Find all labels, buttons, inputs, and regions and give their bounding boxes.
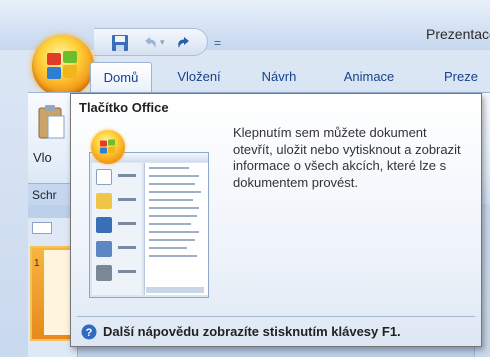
new-document-icon [96,169,112,185]
tab-label: Preze [444,69,478,84]
preview-label [118,174,136,177]
preview-saveas-item [96,241,142,259]
window-title: Prezentace [426,26,490,42]
preview-new-item [96,169,142,187]
preview-line [149,239,195,241]
svg-text:?: ? [86,327,93,339]
clipboard-group-text: Schr [32,188,57,202]
office-button-tooltip: Tlačítko Office Klepnutím sem můžete dok… [70,93,482,347]
preview-line [149,215,197,217]
office-button-preview-icon [91,130,125,164]
tab-label: Animace [343,69,395,84]
preview-line [149,167,189,169]
preview-line [149,175,199,177]
tab-navrh[interactable]: Návrh [252,62,306,92]
undo-dropdown-icon[interactable]: ▾ [160,37,165,48]
tab-label: Domů [103,70,139,85]
tooltip-title: Tlačítko Office [79,100,169,115]
preview-label [118,270,136,273]
preview-label [118,222,136,225]
preview-line [149,183,195,185]
customize-icon[interactable]: = [214,36,221,50]
undo-icon[interactable] [140,33,160,53]
preview-recent-documents [144,163,208,295]
office-menu-preview [89,152,209,298]
slides-tab[interactable] [32,222,52,234]
tab-label: Vložení [177,69,221,84]
open-folder-icon [96,193,112,209]
preview-line [149,247,187,249]
tab-prezentace[interactable]: Preze [444,62,490,92]
printer-icon [96,265,112,281]
preview-print-item [96,265,142,283]
tooltip-description: Klepnutím sem můžete dokument otevřít, u… [233,125,461,190]
tab-animace[interactable]: Animace [334,62,404,92]
preview-line [149,191,201,193]
preview-line [149,199,193,201]
preview-label [118,198,136,201]
redo-icon[interactable] [174,33,194,53]
save-disk-icon [96,217,112,233]
save-icon[interactable] [110,33,130,53]
paste-icon[interactable] [36,104,66,142]
preview-save-item [96,217,142,235]
paste-button-label[interactable]: Vlo [33,150,52,165]
tooltip-divider [77,316,475,317]
office-logo-small-icon [100,139,115,154]
preview-label [118,246,136,249]
tab-vlozeni[interactable]: Vložení [168,62,230,92]
preview-open-item [96,193,142,211]
preview-line [149,231,199,233]
tooltip-help-text: Další nápovědu zobrazíte stisknutím kláv… [103,324,401,339]
preview-line [149,207,199,209]
preview-line [149,255,197,257]
powerpoint-window: Prezentace ▾ = Domů Vložení Návrh Animac… [0,0,490,357]
preview-command-list [92,163,142,295]
tab-domu[interactable]: Domů [90,62,152,92]
preview-line [149,223,191,225]
tab-label: Návrh [261,69,297,84]
slide-number: 1 [34,258,40,269]
preview-options-bar [146,287,204,293]
quick-access-toolbar: ▾ [94,28,208,56]
help-icon: ? [81,324,97,340]
ribbon-tabs: Domů Vložení Návrh Animace Preze [0,62,490,92]
save-as-icon [96,241,112,257]
